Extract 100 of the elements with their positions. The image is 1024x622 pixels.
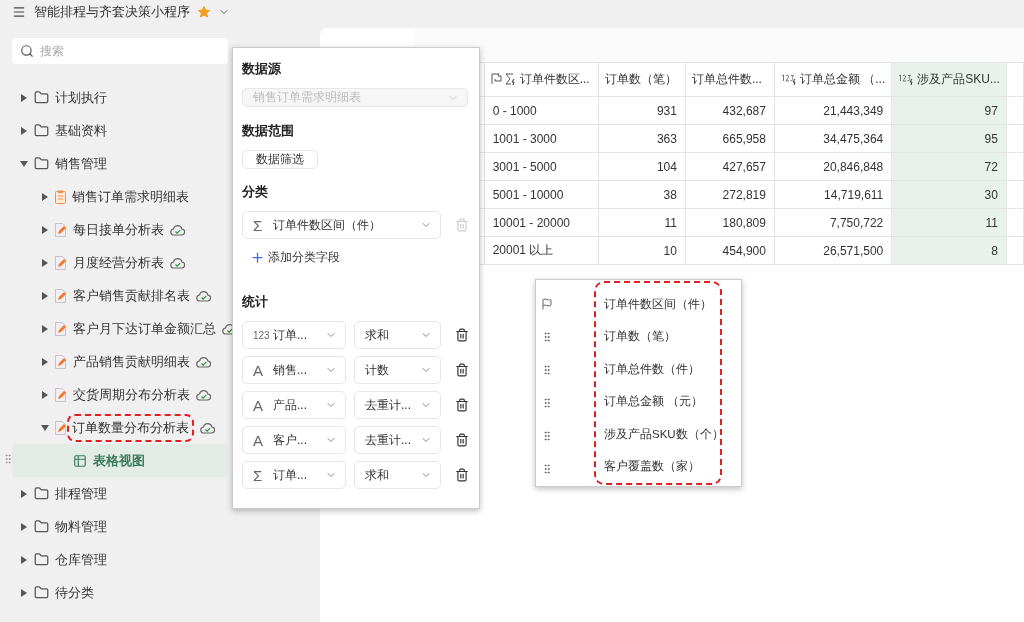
field-label[interactable]: 订单总金额 （元） [604, 385, 720, 418]
table-cell: 104 [598, 152, 686, 181]
document-pen-icon [55, 288, 67, 303]
tree-item-label[interactable]: 仓库管理 [55, 550, 107, 569]
cloud-check-icon [196, 355, 211, 368]
collapsed-caret-icon[interactable] [41, 258, 49, 267]
table-cell: 0 - 1000 [484, 96, 599, 125]
stat-field-select[interactable]: Σ 订单... [242, 461, 346, 489]
delete-icon[interactable] [455, 468, 469, 482]
field-label[interactable]: 订单件数区间（件） [604, 288, 720, 321]
table-cell: 8 [891, 236, 1007, 265]
cloud-check-icon [200, 421, 215, 434]
delete-icon[interactable] [455, 363, 469, 377]
section-title: 数据源 [242, 60, 282, 78]
drag-handle-icon[interactable] [2, 453, 14, 465]
collapsed-caret-icon[interactable] [41, 390, 49, 399]
tree-item-label[interactable]: 基础资料 [55, 121, 107, 140]
collapsed-caret-icon[interactable] [41, 357, 49, 366]
column-header[interactable]: 涉及产品SKU... [891, 62, 1007, 97]
collapsed-caret-icon[interactable] [20, 126, 28, 135]
table-cell: 11 [891, 208, 1007, 237]
aggregation-select[interactable]: 求和 [354, 461, 441, 489]
delete-icon[interactable] [455, 398, 469, 412]
table-cell: 95 [891, 124, 1007, 153]
section-title: 分类 [242, 183, 269, 201]
collapsed-caret-icon[interactable] [41, 225, 49, 234]
table-cell: 3001 - 5000 [484, 152, 599, 181]
collapsed-caret-icon[interactable] [20, 588, 28, 597]
stat-field-select[interactable]: A 产品... [242, 391, 346, 419]
collapsed-caret-icon[interactable] [41, 291, 49, 300]
tree-item-label[interactable]: 交货周期分布分析表 [73, 385, 190, 404]
field-label[interactable]: 订单数（笔） [604, 320, 720, 353]
table-cell: 97 [891, 96, 1007, 125]
stat-field-select[interactable]: A 客户... [242, 426, 346, 454]
expanded-caret-icon[interactable] [20, 159, 28, 168]
drag-handle-icon[interactable] [541, 363, 553, 376]
folder-icon [34, 519, 49, 534]
tree-item-label[interactable]: 表格视图 [93, 451, 145, 470]
table-cell: 1001 - 3000 [484, 124, 599, 153]
document-pen-icon [55, 321, 67, 336]
menu-icon[interactable] [12, 5, 26, 19]
document-pen-icon [55, 222, 67, 237]
table-cell: 363 [598, 124, 686, 153]
drag-handle-icon[interactable] [541, 397, 553, 410]
drag-handle-icon[interactable] [541, 330, 553, 343]
column-header[interactable]: 订单总件数... [685, 62, 775, 97]
document-pen-icon [55, 420, 67, 435]
drag-handle-icon[interactable] [541, 463, 553, 476]
delete-icon[interactable] [455, 328, 469, 342]
field-label[interactable]: 客户覆盖数（家） [604, 450, 720, 483]
collapsed-caret-icon[interactable] [20, 489, 28, 498]
column-header[interactable]: 订单件数区... [484, 62, 599, 97]
aggregation-select[interactable]: 求和 [354, 321, 441, 349]
table-cell: 30 [891, 180, 1007, 209]
aggregation-select[interactable]: 去重计... [354, 426, 441, 454]
column-header[interactable]: 订单数（笔） [598, 62, 686, 97]
tree-item-label[interactable]: 订单数量分布分析表 [67, 413, 194, 442]
tree-item-label[interactable]: 月度经营分析表 [73, 253, 164, 272]
plus-icon [250, 250, 265, 265]
tree-item-label[interactable]: 待分类 [55, 583, 94, 602]
table-cell: 38 [598, 180, 686, 209]
add-category-link[interactable]: 添加分类字段 [250, 249, 470, 266]
stat-field-select[interactable]: 123 订单... [242, 321, 346, 349]
category-field-select[interactable]: Σ 订单件数区间（件） [242, 211, 441, 239]
tree-item-label[interactable]: 销售订单需求明细表 [72, 187, 189, 206]
tree-item-label[interactable]: 物料管理 [55, 517, 107, 536]
search-field[interactable]: 搜索 [12, 38, 228, 64]
cloud-check-icon [196, 289, 211, 302]
table-cell: 5001 - 10000 [484, 180, 599, 209]
table-cell: 72 [891, 152, 1007, 181]
column-header[interactable]: 订单总金额 （... [774, 62, 892, 97]
aggregation-select[interactable]: 计数 [354, 356, 441, 384]
tree-item-label[interactable]: 客户销售贡献排名表 [73, 286, 190, 305]
collapsed-caret-icon[interactable] [20, 555, 28, 564]
collapsed-caret-icon[interactable] [41, 324, 49, 333]
delete-icon[interactable] [455, 433, 469, 447]
table-cell: 10 [598, 236, 686, 265]
drag-handle-icon[interactable] [541, 430, 553, 443]
table-cell: 21,443,349 [774, 96, 892, 125]
tree-item-label[interactable]: 销售管理 [55, 154, 107, 173]
star-icon[interactable] [198, 6, 210, 18]
table-cell: 665,958 [685, 124, 775, 153]
tree-item-label[interactable]: 计划执行 [55, 88, 107, 107]
collapsed-caret-icon[interactable] [41, 192, 49, 201]
field-label[interactable]: 涉及产品SKU数（个） [604, 418, 720, 451]
clipboard-icon [55, 189, 66, 204]
collapsed-caret-icon[interactable] [20, 522, 28, 531]
aggregation-select[interactable]: 去重计... [354, 391, 441, 419]
filter-button[interactable]: 数据筛选 [242, 149, 318, 169]
table-cell: 7,750,722 [774, 208, 892, 237]
expanded-caret-icon[interactable] [41, 423, 49, 432]
tree-item-label[interactable]: 每日接单分析表 [73, 220, 164, 239]
tree-item-label[interactable]: 客户月下达订单金额汇总 [73, 319, 216, 338]
tree-item-label[interactable]: 排程管理 [55, 484, 107, 503]
table-cell: 20001 以上 [484, 236, 599, 265]
stat-field-select[interactable]: A 销售... [242, 356, 346, 384]
flag-sum-icon [490, 73, 517, 86]
tree-item-label[interactable]: 产品销售贡献明细表 [73, 352, 190, 371]
field-label[interactable]: 订单总件数（件） [604, 353, 720, 386]
collapsed-caret-icon[interactable] [20, 93, 28, 102]
